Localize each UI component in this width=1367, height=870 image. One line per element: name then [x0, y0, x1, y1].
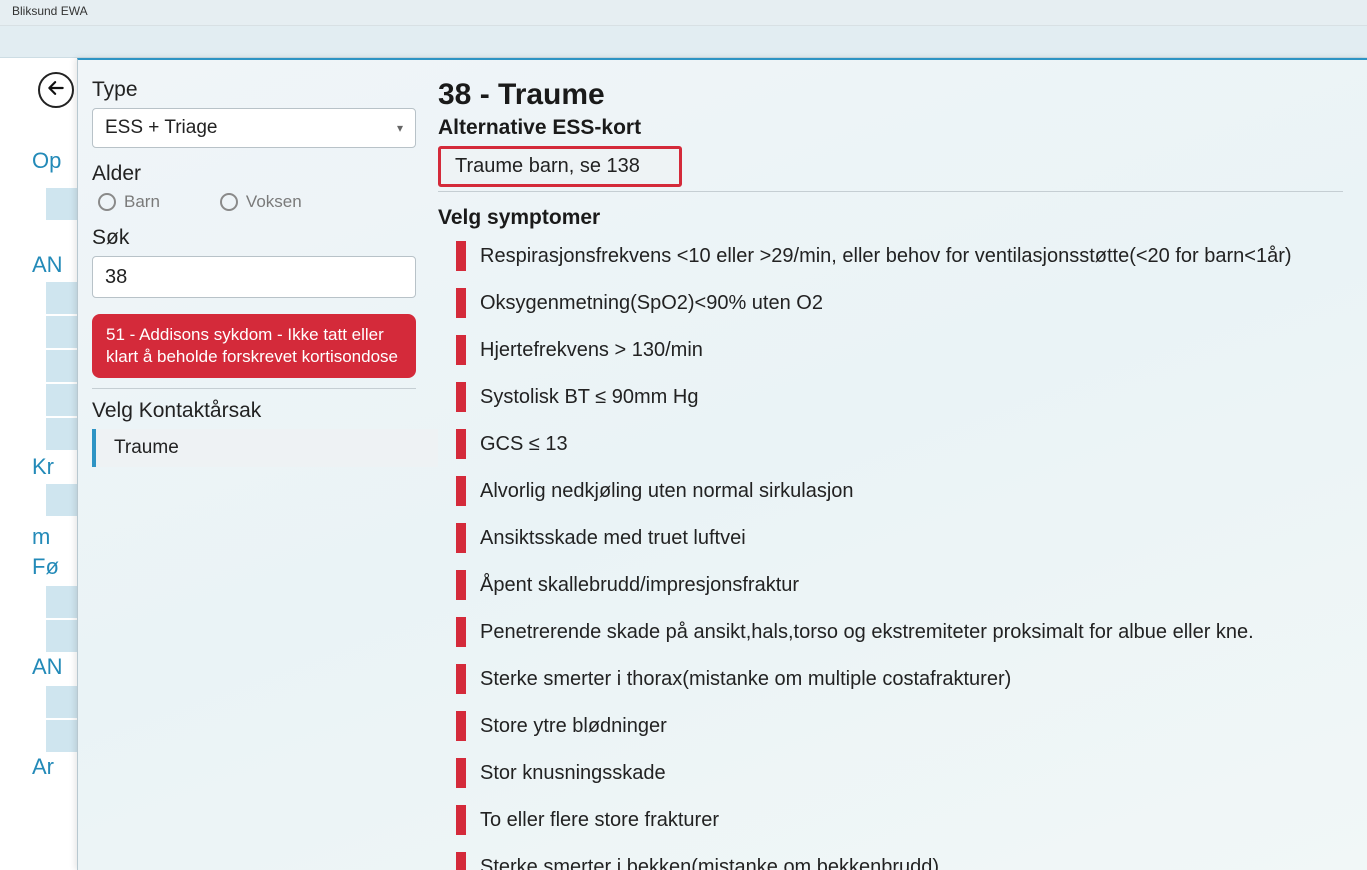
symptom-text: Stor knusningsskade [480, 762, 666, 785]
type-select-value: ESS + Triage [105, 117, 217, 139]
priority-red-bar-icon [456, 711, 466, 741]
age-radio-adult-label: Voksen [246, 192, 302, 212]
priority-red-bar-icon [456, 805, 466, 835]
symptom-text: Sterke smerter i thorax(mistanke om mult… [480, 668, 1011, 691]
divider [92, 388, 416, 389]
symptom-item[interactable]: Hjertefrekvens > 130/min [456, 330, 1343, 370]
symptom-text: Systolisk BT ≤ 90mm Hg [480, 386, 698, 409]
symptom-item[interactable]: Store ytre blødninger [456, 706, 1343, 746]
symptom-text: Sterke smerter i bekken(mistanke om bekk… [480, 856, 939, 870]
age-radio-child-label: Barn [124, 192, 160, 212]
symptom-item[interactable]: Systolisk BT ≤ 90mm Hg [456, 377, 1343, 417]
alt-ess-card-label: Traume barn, se 138 [455, 155, 640, 177]
arrow-left-icon [46, 78, 66, 103]
priority-red-bar-icon [456, 241, 466, 271]
addison-warning-text: 51 - Addisons sykdom - Ikke tatt eller k… [106, 325, 398, 366]
symptom-text: To eller flere store frakturer [480, 809, 719, 832]
symptom-list: Respirasjonsfrekvens <10 eller >29/min, … [438, 236, 1343, 870]
type-select[interactable]: ESS + Triage ▾ [92, 108, 416, 148]
search-input[interactable] [92, 256, 416, 298]
symptom-text: Hjertefrekvens > 130/min [480, 339, 703, 362]
age-label: Alder [92, 162, 418, 186]
priority-red-bar-icon [456, 382, 466, 412]
symptom-item[interactable]: Ansiktsskade med truet luftvei [456, 518, 1343, 558]
page-title: 38 - Traume [438, 78, 1343, 112]
age-radio-child[interactable]: Barn [98, 192, 160, 212]
priority-red-bar-icon [456, 758, 466, 788]
addison-warning[interactable]: 51 - Addisons sykdom - Ikke tatt eller k… [92, 314, 416, 378]
alt-ess-card-traume-barn[interactable]: Traume barn, se 138 [438, 146, 682, 187]
priority-red-bar-icon [456, 664, 466, 694]
alt-card-row: Traume barn, se 138 [438, 146, 1343, 192]
priority-red-bar-icon [456, 335, 466, 365]
symptom-item[interactable]: Alvorlig nedkjøling uten normal sirkulas… [456, 471, 1343, 511]
priority-red-bar-icon [456, 523, 466, 553]
priority-red-bar-icon [456, 570, 466, 600]
symptom-heading: Velg symptomer [438, 206, 1343, 230]
app-title: Bliksund EWA [12, 4, 88, 18]
priority-red-bar-icon [456, 476, 466, 506]
divider [438, 191, 1343, 192]
symptom-item[interactable]: Sterke smerter i thorax(mistanke om mult… [456, 659, 1343, 699]
top-toolbar-band [0, 26, 1367, 58]
symptom-text: Åpent skallebrudd/impresjonsfraktur [480, 574, 799, 597]
symptom-text: Store ytre blødninger [480, 715, 667, 738]
back-button[interactable] [38, 72, 74, 108]
symptom-text: Oksygenmetning(SpO2)<90% uten O2 [480, 292, 823, 315]
age-radio-adult[interactable]: Voksen [220, 192, 302, 212]
priority-red-bar-icon [456, 288, 466, 318]
priority-red-bar-icon [456, 852, 466, 870]
alt-ess-heading: Alternative ESS-kort [438, 116, 1343, 140]
symptom-text: Respirasjonsfrekvens <10 eller >29/min, … [480, 245, 1292, 268]
symptom-item[interactable]: Respirasjonsfrekvens <10 eller >29/min, … [456, 236, 1343, 276]
radio-icon [220, 193, 238, 211]
panel-right: 38 - Traume Alternative ESS-kort Traume … [430, 60, 1367, 870]
type-label: Type [92, 78, 418, 102]
symptom-text: GCS ≤ 13 [480, 433, 568, 456]
age-radio-group: Barn Voksen [92, 192, 418, 212]
content-area: Op AN Kr m Fø AN Ar Type ESS + Triage ▾ … [0, 58, 1367, 870]
symptom-item[interactable]: Stor knusningsskade [456, 753, 1343, 793]
symptom-text: Alvorlig nedkjøling uten normal sirkulas… [480, 480, 854, 503]
radio-icon [98, 193, 116, 211]
symptom-text: Penetrerende skade på ansikt,hals,torso … [480, 621, 1254, 644]
triage-panel: Type ESS + Triage ▾ Alder Barn Voksen Sø… [77, 58, 1367, 870]
contact-reason-label: Velg Kontaktårsak [92, 399, 418, 423]
symptom-item[interactable]: Sterke smerter i bekken(mistanke om bekk… [456, 847, 1343, 870]
symptom-text: Ansiktsskade med truet luftvei [480, 527, 746, 550]
symptom-item[interactable]: GCS ≤ 13 [456, 424, 1343, 464]
search-label: Søk [92, 226, 418, 250]
contact-reason-item-label: Traume [114, 437, 179, 459]
chevron-down-icon: ▾ [397, 121, 403, 135]
contact-reason-item-traume[interactable]: Traume [92, 429, 438, 467]
symptom-item[interactable]: Åpent skallebrudd/impresjonsfraktur [456, 565, 1343, 605]
symptom-item[interactable]: Oksygenmetning(SpO2)<90% uten O2 [456, 283, 1343, 323]
panel-left: Type ESS + Triage ▾ Alder Barn Voksen Sø… [78, 60, 430, 870]
window-titlebar: Bliksund EWA [0, 0, 1367, 26]
symptom-item[interactable]: Penetrerende skade på ansikt,hals,torso … [456, 612, 1343, 652]
priority-red-bar-icon [456, 429, 466, 459]
symptom-item[interactable]: To eller flere store frakturer [456, 800, 1343, 840]
priority-red-bar-icon [456, 617, 466, 647]
